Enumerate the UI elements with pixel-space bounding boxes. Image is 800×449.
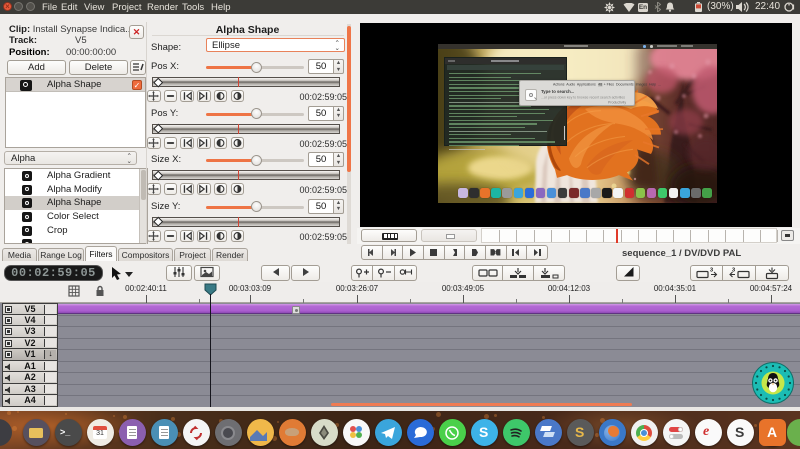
svg-text:3: 3 <box>710 267 713 273</box>
svg-text:3: 3 <box>732 267 735 273</box>
